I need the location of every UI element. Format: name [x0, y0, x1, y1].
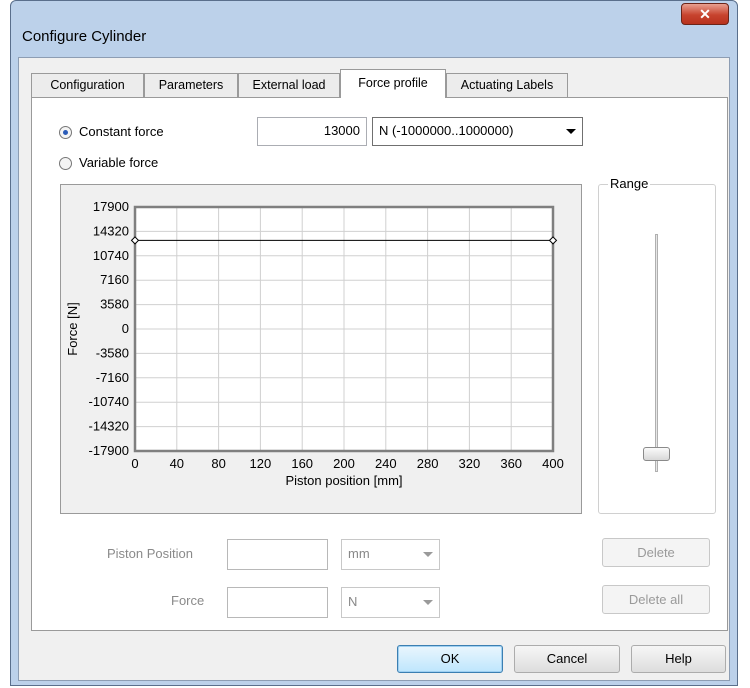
cancel-button[interactable]: Cancel: [514, 645, 620, 673]
constant-force-label: Constant force: [79, 124, 164, 139]
tab-external-load[interactable]: External load: [238, 73, 340, 97]
x-tick-label: 200: [333, 456, 355, 471]
constant-force-input[interactable]: 13000: [257, 117, 367, 146]
delete-all-button[interactable]: Delete all: [602, 585, 710, 614]
tab-actuating-labels[interactable]: Actuating Labels: [446, 73, 568, 97]
range-slider-thumb[interactable]: [643, 446, 670, 461]
delete-button[interactable]: Delete: [602, 538, 710, 567]
close-button[interactable]: ✕: [681, 3, 729, 25]
help-button[interactable]: Help: [631, 645, 726, 673]
tab-force-profile[interactable]: Force profile: [340, 69, 446, 98]
window-title: Configure Cylinder: [22, 28, 147, 45]
y-tick-label: 7160: [100, 272, 129, 287]
x-tick-label: 280: [417, 456, 439, 471]
y-tick-label: 10740: [93, 248, 129, 263]
x-tick-label: 0: [131, 456, 138, 471]
y-tick-label: 14320: [93, 223, 129, 238]
chevron-down-icon: [423, 600, 433, 605]
ok-button[interactable]: OK: [397, 645, 503, 673]
y-tick-label: 17900: [93, 199, 129, 214]
variable-force-label: Variable force: [79, 155, 159, 170]
chart-svg: 0 40 80 120 160 200 240 280 320 360 400 17900 14320 1…: [65, 199, 564, 488]
x-tick-label: 160: [291, 456, 313, 471]
range-label: Range: [608, 176, 651, 191]
tab-configuration[interactable]: Configuration: [31, 73, 144, 97]
constant-force-radio[interactable]: [59, 126, 72, 139]
chevron-down-icon: [423, 552, 433, 557]
chevron-down-icon: [566, 129, 576, 134]
x-tick-label: 40: [170, 456, 184, 471]
x-tick-label: 400: [542, 456, 564, 471]
close-icon: ✕: [699, 6, 711, 22]
y-tick-label: -10740: [89, 394, 129, 409]
force-field-unit-select[interactable]: N: [341, 587, 440, 618]
x-tick-label: 240: [375, 456, 397, 471]
x-tick-label: 320: [459, 456, 481, 471]
x-axis-label: Piston position [mm]: [285, 473, 402, 488]
piston-position-unit-select[interactable]: mm: [341, 539, 440, 570]
variable-force-radio[interactable]: [59, 157, 72, 170]
x-tick-label: 120: [250, 456, 272, 471]
piston-position-input[interactable]: [227, 539, 328, 570]
y-tick-label: 3580: [100, 297, 129, 312]
y-tick-label: -7160: [96, 370, 129, 385]
force-field-input[interactable]: [227, 587, 328, 618]
y-tick-label: -17900: [89, 443, 129, 458]
piston-position-label: Piston Position: [107, 546, 193, 561]
x-tick-label: 360: [500, 456, 522, 471]
range-slider-track[interactable]: [655, 234, 658, 472]
x-tick-label: 80: [211, 456, 225, 471]
y-tick-label: -3580: [96, 345, 129, 360]
force-unit-select[interactable]: N (-1000000..1000000): [372, 117, 583, 146]
y-tick-label: 0: [122, 321, 129, 336]
y-tick-label: -14320: [89, 419, 129, 434]
tab-parameters[interactable]: Parameters: [144, 73, 238, 97]
piston-position-unit: mm: [348, 546, 370, 561]
y-axis-label: Force [N]: [65, 302, 80, 355]
force-field-label: Force: [171, 593, 205, 608]
force-profile-chart: 0 40 80 120 160 200 240 280 320 360 400 17900 14320 1…: [60, 184, 582, 514]
force-field-unit: N: [348, 594, 358, 609]
force-unit-value: N (-1000000..1000000): [379, 123, 514, 138]
